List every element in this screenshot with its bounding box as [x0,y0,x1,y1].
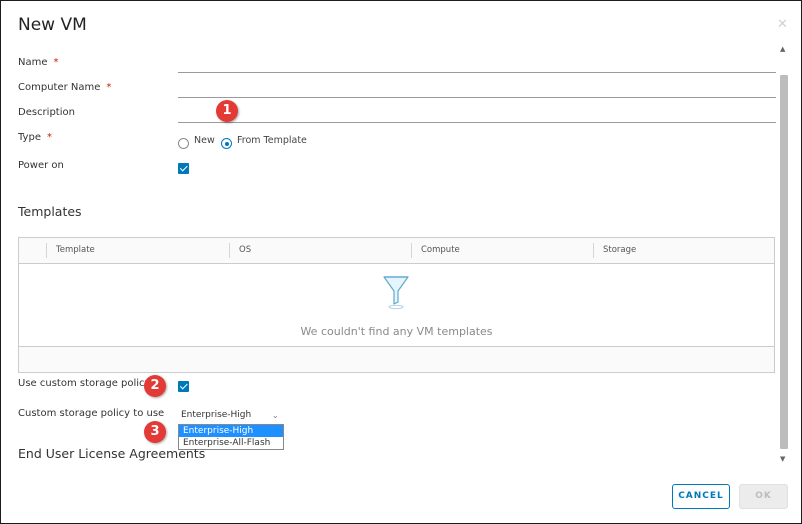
type-label: Type * [18,132,52,143]
column-storage[interactable]: Storage [594,238,774,263]
custom-storage-policy-checkbox[interactable] [178,381,189,392]
custom-storage-policy-label: Use custom storage policy [18,378,151,389]
required-mark: * [53,57,59,68]
grid-select-column [19,238,46,263]
annotation-badge-2: 2 [144,375,166,397]
name-label: Name * [18,57,59,68]
eula-section-title: End User License Agreements [18,446,206,461]
required-mark: * [106,82,112,93]
required-mark: * [46,132,52,143]
scroll-down-arrow-icon[interactable]: ▼ [780,455,785,463]
templates-grid: Template OS Compute Storage We couldn't … [18,237,775,373]
annotation-badge-3: 3 [144,421,166,443]
chevron-down-icon[interactable]: ⌄ [272,411,279,420]
ok-button[interactable]: OK [739,484,788,509]
computer-name-input[interactable] [178,97,776,98]
column-os[interactable]: OS [230,238,411,263]
type-from-template-label: From Template [237,135,307,146]
description-label: Description [18,107,75,118]
type-from-template-radio[interactable] [221,138,232,149]
description-input[interactable] [178,122,776,123]
dropdown-option-enterprise-high[interactable]: Enterprise-High [179,425,283,437]
grid-header: Template OS Compute Storage [19,238,774,264]
annotation-badge-1: 1 [216,100,238,122]
close-icon[interactable]: ✕ [777,17,788,32]
type-new-radio[interactable] [178,138,189,149]
funnel-icon [383,274,409,314]
new-vm-dialog: New VM ✕ Name * Computer Name * Descriptio… [0,0,802,524]
scroll-up-arrow-icon[interactable]: ▲ [780,45,785,53]
grid-footer [19,346,774,372]
power-on-checkbox[interactable] [178,163,189,174]
storage-policy-select[interactable]: Enterprise-High [181,410,281,423]
power-on-label: Power on [18,160,64,171]
type-new-label: New [194,135,215,146]
name-input[interactable] [178,72,776,73]
templates-section-title: Templates [18,204,82,219]
dialog-title: New VM [18,15,87,35]
cancel-button[interactable]: CANCEL [672,484,730,509]
dialog-scrollbar[interactable]: ▲ ▼ [779,45,789,467]
column-compute[interactable]: Compute [412,238,593,263]
computer-name-label: Computer Name * [18,82,112,93]
scroll-thumb[interactable] [780,75,788,449]
empty-state-message: We couldn't find any VM templates [300,325,493,338]
policy-to-use-label: Custom storage policy to use [18,408,165,419]
column-template[interactable]: Template [47,238,229,263]
